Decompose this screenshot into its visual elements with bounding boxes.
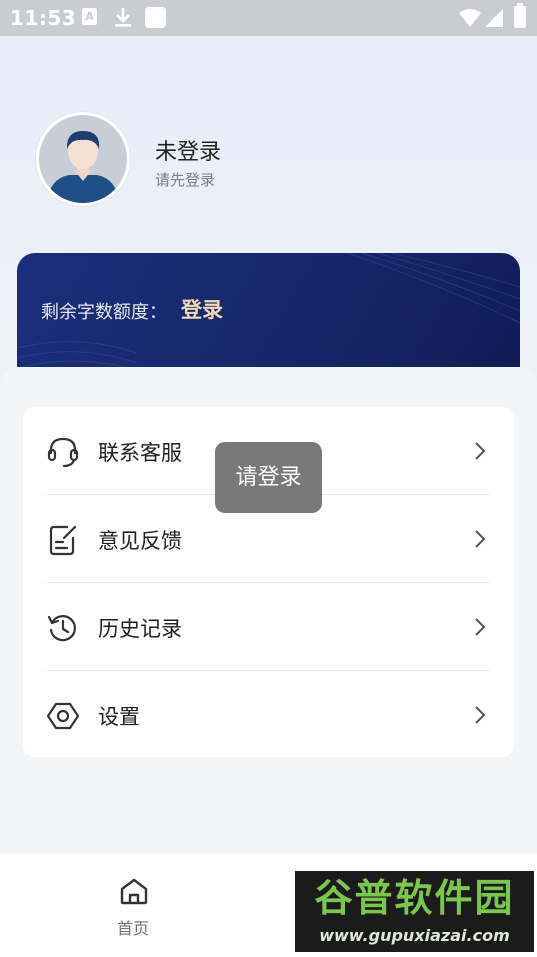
chevron-right-icon — [473, 441, 487, 465]
menu-item-label: 意见反馈 — [98, 529, 182, 553]
menu-item-settings[interactable]: 设置 — [23, 671, 514, 758]
nav-tab-label: 首页 — [117, 919, 150, 938]
login-hint[interactable]: 请先登录 — [155, 169, 215, 190]
a-notification-icon: A — [82, 8, 97, 25]
quota-label: 剩余字数额度： — [41, 302, 167, 323]
watermark-url: www.gupuxiazai.com — [319, 926, 510, 945]
menu-item-label: 联系客服 — [98, 441, 182, 465]
home-icon — [119, 877, 149, 909]
status-time: 11:53 — [10, 6, 77, 30]
battery-icon — [514, 3, 526, 28]
history-icon — [46, 611, 80, 645]
menu-item-label: 历史记录 — [98, 617, 182, 641]
chevron-right-icon — [473, 617, 487, 641]
username[interactable]: 未登录 — [155, 134, 221, 166]
settings-hexagon-icon — [46, 699, 80, 733]
headset-icon — [46, 435, 80, 469]
cellular-icon — [484, 8, 504, 32]
menu-item-label: 设置 — [98, 705, 140, 729]
status-bar: 11:53 A — [0, 0, 537, 36]
watermark-title: 谷普软件园 — [314, 876, 515, 920]
wifi-icon — [458, 8, 482, 32]
avatar[interactable] — [36, 112, 130, 206]
square-app-icon — [145, 7, 166, 28]
feedback-edit-icon — [46, 523, 80, 557]
toast-message: 请登录 — [215, 442, 322, 513]
chevron-right-icon — [473, 529, 487, 553]
download-icon — [113, 6, 133, 28]
watermark-logo: 谷普软件园 www.gupuxiazai.com — [295, 871, 534, 952]
menu-item-history[interactable]: 历史记录 — [23, 583, 514, 670]
chevron-right-icon — [473, 705, 487, 729]
quota-login-link[interactable]: 登录 — [181, 294, 223, 324]
